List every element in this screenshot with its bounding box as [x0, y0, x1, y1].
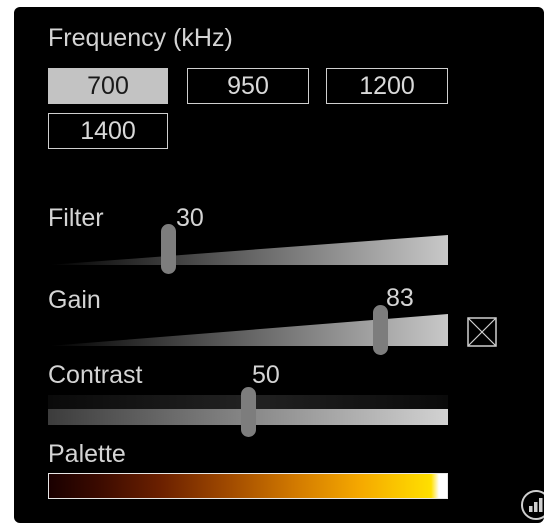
filter-slider-track[interactable] [48, 235, 448, 265]
gain-label: Gain [48, 286, 101, 314]
control-panel: Frequency (kHz) 700 950 1200 1400 Filter… [14, 7, 544, 523]
palette-label: Palette [48, 440, 126, 468]
gain-slider-track[interactable] [48, 314, 448, 346]
frequency-option-1400[interactable]: 1400 [48, 113, 168, 149]
contrast-value: 50 [252, 361, 280, 389]
bar-chart-icon [521, 490, 544, 520]
stats-button[interactable] [520, 489, 544, 521]
frequency-option-950[interactable]: 950 [187, 68, 309, 104]
gain-checkbox[interactable] [467, 317, 497, 347]
frequency-option-700[interactable]: 700 [48, 68, 168, 104]
contrast-slider-thumb[interactable] [240, 387, 256, 437]
frequency-label: Frequency (kHz) [48, 24, 233, 52]
gain-value: 83 [386, 284, 414, 312]
checkbox-x-icon [467, 317, 497, 347]
filter-value: 30 [176, 204, 204, 232]
filter-slider-thumb[interactable] [160, 224, 176, 274]
contrast-label: Contrast [48, 361, 143, 389]
frequency-option-1200[interactable]: 1200 [326, 68, 448, 104]
gain-slider-thumb[interactable] [372, 305, 388, 355]
palette-colorbar[interactable] [48, 473, 448, 499]
filter-label: Filter [48, 204, 104, 232]
